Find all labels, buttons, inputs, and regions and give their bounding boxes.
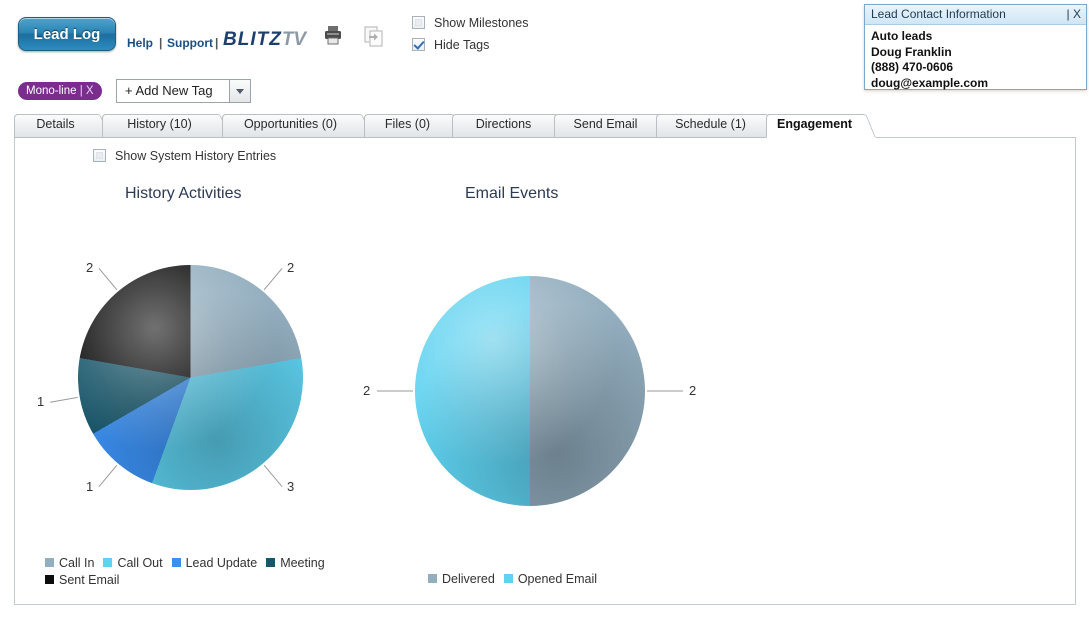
history-activities-chart-title: History Activities — [125, 185, 242, 202]
contact-card-body: Auto leads Doug Franklin (888) 470-0606 … — [865, 25, 1086, 91]
show-system-history-checkbox[interactable] — [93, 149, 106, 162]
legend-swatch — [266, 558, 276, 567]
tab-directions[interactable]: Directions — [452, 114, 568, 138]
tab-label: Files (0) — [384, 117, 431, 131]
legend-item: Lead Update — [171, 555, 258, 572]
legend-swatch — [428, 574, 437, 583]
legend-item: Call In — [45, 555, 94, 572]
legend-label: Call In — [59, 556, 95, 570]
tab-opportunities[interactable]: Opportunities (0) — [222, 114, 372, 138]
tag-chip-mono-line[interactable]: Mono-line | X — [18, 82, 102, 100]
tab-engagement[interactable]: Engagement — [766, 114, 876, 138]
show-milestones-label: Show Milestones — [434, 16, 529, 30]
legend-item: Delivered — [428, 571, 495, 588]
add-new-tag-label: + Add New Tag — [125, 83, 213, 98]
lead-log-button[interactable]: Lead Log — [18, 17, 116, 51]
legend-swatch — [171, 558, 181, 567]
legend-item: Opened Email — [503, 571, 598, 588]
history-slice-label-lead-update: 1 — [86, 479, 94, 494]
email-slice-label-delivered: 2 — [689, 383, 697, 398]
legend-swatch — [45, 575, 54, 584]
logo-main-text: BLITZ — [223, 29, 282, 50]
show-system-history-label: Show System History Entries — [115, 149, 277, 163]
chevron-down-icon[interactable] — [229, 80, 250, 102]
legend-label: Call Out — [117, 556, 163, 570]
tab-history[interactable]: History (10) — [102, 114, 230, 138]
history-activities-pie — [78, 265, 303, 490]
contact-company: Auto leads — [871, 29, 933, 43]
hide-tags-checkbox-row[interactable]: Hide Tags — [412, 38, 489, 52]
legend-label: Meeting — [280, 556, 325, 570]
tab-label: Details — [36, 117, 75, 131]
email-events-chart-title: Email Events — [465, 185, 559, 202]
tab-send-email[interactable]: Send Email — [554, 114, 670, 138]
tab-label: Send Email — [573, 117, 638, 131]
engagement-panel: Show System History Entries History Acti… — [14, 137, 1076, 605]
help-link[interactable]: Help — [127, 36, 153, 50]
show-milestones-checkbox[interactable] — [412, 16, 425, 29]
tab-label: Schedule (1) — [675, 117, 746, 131]
tab-label: History (10) — [127, 117, 192, 131]
history-slice-label-sent-email: 2 — [86, 260, 94, 275]
legend-swatch — [503, 574, 513, 583]
tab-schedule[interactable]: Schedule (1) — [656, 114, 778, 138]
show-system-history-checkbox-row[interactable]: Show System History Entries — [93, 149, 276, 163]
lead-contact-information-card: Lead Contact Information | X Auto leads … — [864, 4, 1087, 90]
legend-label: Sent Email — [59, 573, 120, 587]
contact-email: doug@example.com — [871, 75, 989, 90]
legend-label: Lead Update — [185, 556, 258, 570]
tab-bar: Details History (10) Opportunities (0) F… — [14, 114, 1076, 138]
hide-tags-checkbox[interactable] — [412, 38, 425, 51]
legend-item: Meeting — [266, 555, 325, 572]
history-slice-label-call-out: 3 — [287, 479, 295, 494]
tag-chip-separator: | — [79, 85, 83, 97]
legend-swatch — [45, 558, 54, 567]
add-new-tag-input[interactable]: + Add New Tag — [116, 79, 251, 103]
history-slice-label-call-in: 2 — [287, 260, 295, 275]
toolbar-separator-1: | — [159, 36, 163, 50]
contact-card-title: Lead Contact Information — [871, 7, 1006, 21]
contact-card-header: Lead Contact Information | X — [865, 5, 1086, 25]
tab-label: Opportunities (0) — [243, 117, 338, 131]
tab-label: Directions — [475, 117, 532, 131]
tag-chip-remove-icon[interactable]: X — [86, 85, 94, 97]
legend-label: Opened Email — [517, 572, 598, 586]
history-slice-label-meeting: 1 — [37, 394, 45, 409]
logo-suffix-text: TV — [281, 29, 307, 50]
legend-swatch — [103, 558, 113, 567]
contact-phone: (888) 470-0606 — [871, 60, 954, 74]
email-events-pie — [415, 276, 645, 506]
legend-label: Delivered — [442, 572, 495, 586]
tab-details[interactable]: Details — [14, 114, 110, 138]
blitztv-logo: BLITZTV — [223, 29, 307, 50]
copy-document-icon[interactable] — [362, 24, 386, 48]
legend-item: Call Out — [103, 555, 163, 572]
history-activities-legend: Call In Call Out Lead Update Meeting Sent Em… — [45, 555, 365, 589]
tag-chip-label: Mono-line — [26, 85, 77, 97]
tab-label: Engagement — [776, 117, 852, 131]
legend-item: Sent Email — [45, 572, 119, 589]
email-events-legend: Delivered Opened Email — [428, 571, 658, 588]
email-slice-label-opened: 2 — [363, 383, 371, 398]
show-milestones-checkbox-row[interactable]: Show Milestones — [412, 16, 529, 30]
tab-files[interactable]: Files (0) — [364, 114, 464, 138]
contact-name: Doug Franklin — [871, 44, 952, 59]
support-link[interactable]: Support — [167, 36, 213, 50]
print-icon[interactable] — [322, 24, 344, 46]
hide-tags-label: Hide Tags — [434, 38, 490, 52]
close-icon[interactable]: | X — [1067, 7, 1081, 21]
toolbar-separator-2: | — [215, 36, 219, 50]
